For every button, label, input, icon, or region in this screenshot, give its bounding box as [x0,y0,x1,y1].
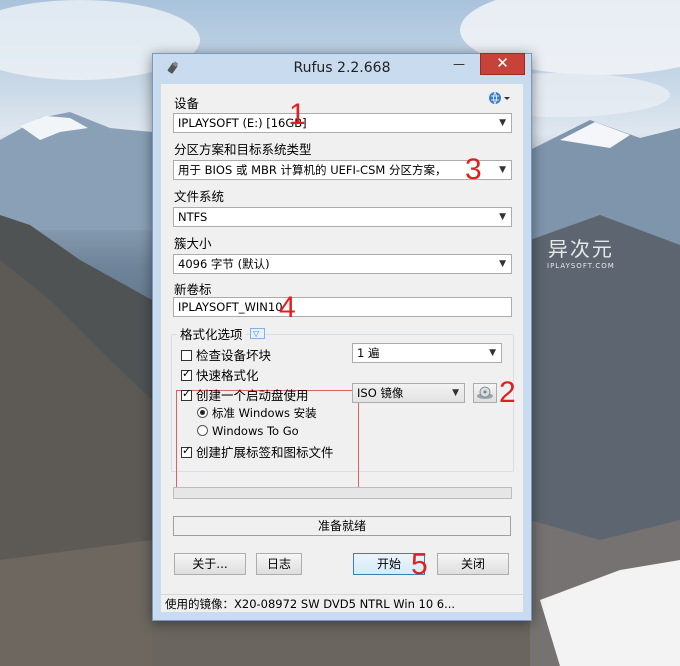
rufus-window: Rufus 2.2.668 — ✕ 设备 IPLAYSOFT (E:) [16G… [152,53,532,621]
partition-label: 分区方案和目标系统类型 [174,142,312,157]
radio-dot [197,407,208,418]
checkbox-box: ✓ [181,367,192,381]
radio-wtg-label: Windows To Go [212,424,299,438]
boot-type-select[interactable]: ISO 镜像 ▼ [352,383,465,403]
log-button[interactable]: 日志 [256,553,302,575]
checkbox-box: ✓ [181,444,192,458]
partition-value: 用于 BIOS 或 MBR 计算机的 UEFI-CSM 分区方案， [178,163,447,177]
annotation-5: 5 [411,548,428,581]
check-bad-blocks-checkbox[interactable]: 检查设备坏块 [181,345,271,364]
cluster-value: 4096 字节 (默认) [178,257,270,271]
window-title: Rufus 2.2.668 [293,60,391,76]
checkbox-box [181,350,192,361]
annotation-3: 3 [465,153,482,186]
extended-label-checkbox[interactable]: ✓ 创建扩展标签和图标文件 [181,442,334,461]
radio-dot [197,425,208,436]
close-window-button[interactable]: ✕ [480,53,525,75]
chevron-down-icon: ▼ [499,259,506,269]
volume-input[interactable]: IPLAYSOFT_WIN10 [173,297,512,317]
cluster-select[interactable]: 4096 字节 (默认) ▼ [173,254,512,274]
watermark-main: 异次元 [547,237,614,261]
filesystem-label: 文件系统 [174,189,225,204]
boot-type-value: ISO 镜像 [357,386,404,400]
radio-windows-to-go[interactable]: Windows To Go [197,424,299,438]
check-icon: ✓ [182,444,192,457]
check-bad-blocks-label: 检查设备坏块 [196,348,272,363]
watermark-sub: IPLAYSOFT.COM [547,262,615,270]
chevron-down-icon: ▼ [499,212,506,222]
disc-drive-icon [477,386,493,399]
language-icon[interactable] [488,90,512,106]
watermark: 异次元 IPLAYSOFT.COM [547,233,615,270]
chevron-down-icon: ▼ [489,348,496,358]
device-select[interactable]: IPLAYSOFT (E:) [16GB] ▼ [173,113,512,133]
quick-format-label: 快速格式化 [196,368,259,383]
about-button[interactable]: 关于... [174,553,246,575]
filesystem-value: NTFS [178,210,208,224]
filesystem-select[interactable]: NTFS ▼ [173,207,512,227]
format-options-title: 格式化选项 [177,324,246,343]
close-button[interactable]: 关闭 [437,553,509,575]
checkbox-box: ✓ [181,387,192,401]
annotation-4: 4 [279,291,296,324]
partition-select[interactable]: 用于 BIOS 或 MBR 计算机的 UEFI-CSM 分区方案， ▼ [173,160,512,180]
chevron-down-icon: ▽ [253,329,260,338]
check-icon: ✓ [182,387,192,400]
radio-standard-windows[interactable]: 标准 Windows 安装 [197,405,317,421]
chevron-down-icon: ▼ [452,388,459,398]
bootable-checkbox[interactable]: ✓ 创建一个启动盘使用 [181,385,309,404]
extended-label-label: 创建扩展标签和图标文件 [196,445,334,460]
passes-value: 1 遍 [357,346,380,360]
status-bar: 使用的镜像：X20-08972 SW DVD5 NTRL Win 10 6... [161,594,523,612]
device-value: IPLAYSOFT (E:) [16GB] [178,116,307,130]
advanced-toggle-button[interactable]: ▽ [250,328,265,339]
minimize-button[interactable]: — [445,54,473,74]
annotation-1: 1 [289,98,306,131]
radio-standard-label: 标准 Windows 安装 [212,406,317,420]
volume-label: 新卷标 [174,282,212,297]
chevron-down-icon: ▼ [499,118,506,128]
passes-select[interactable]: 1 遍 ▼ [352,343,502,363]
bootable-label: 创建一个启动盘使用 [196,388,309,403]
progress-bar [173,487,512,499]
check-icon: ✓ [182,367,192,380]
device-label: 设备 [174,96,200,111]
select-iso-button[interactable] [473,383,497,403]
cluster-label: 簇大小 [174,236,212,251]
quick-format-checkbox[interactable]: ✓ 快速格式化 [181,365,259,384]
chevron-down-icon: ▼ [499,165,506,175]
annotation-2: 2 [499,376,516,409]
title-bar[interactable]: Rufus 2.2.668 — ✕ [153,53,531,84]
status-text: 准备就绪 [173,516,511,536]
